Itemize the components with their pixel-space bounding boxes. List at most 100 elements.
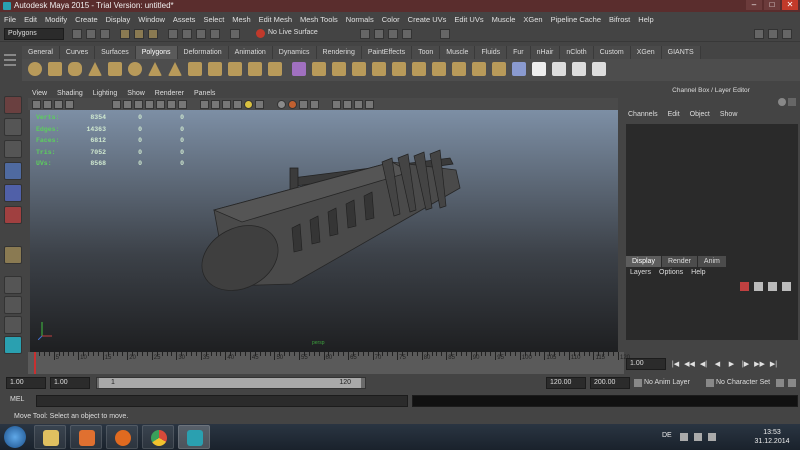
poly-cube-icon[interactable]	[48, 62, 62, 76]
modeling-toolkit-icon[interactable]	[754, 29, 764, 39]
safe-title-icon[interactable]	[178, 100, 187, 109]
poly-pipe-icon[interactable]	[188, 62, 202, 76]
camera-attributes-icon[interactable]	[43, 100, 52, 109]
character-set-dropdown[interactable]: No Character Set	[716, 377, 770, 389]
character-set-icon[interactable]	[706, 379, 714, 387]
render-settings-icon[interactable]	[402, 29, 412, 39]
shelf-tab-xgen[interactable]: XGen	[630, 46, 662, 59]
planar-mapping-icon[interactable]	[512, 62, 526, 76]
menu-xgen[interactable]: XGen	[523, 15, 542, 24]
poly-pyramid-icon[interactable]	[168, 62, 182, 76]
live-surface-label[interactable]: No Live Surface	[268, 29, 318, 36]
shelf-tab-surfaces[interactable]: Surfaces	[95, 46, 136, 59]
bookmark-icon[interactable]	[54, 100, 63, 109]
motion-blur-icon[interactable]	[288, 100, 297, 109]
layer-menu-layers[interactable]: Layers	[630, 269, 651, 276]
move-tool-icon[interactable]	[4, 162, 22, 180]
shelf-tab-custom[interactable]: Custom	[593, 46, 631, 59]
channel-box-icon[interactable]	[782, 29, 792, 39]
new-empty-layer-icon[interactable]	[754, 282, 763, 291]
field-chart-icon[interactable]	[156, 100, 165, 109]
snap-point-icon[interactable]	[196, 29, 206, 39]
live-surface-icon[interactable]	[256, 29, 265, 38]
persp-outliner-layout-icon[interactable]	[4, 316, 22, 334]
combine-icon[interactable]	[208, 62, 222, 76]
menu-edit-mesh[interactable]: Edit Mesh	[259, 15, 292, 24]
language-indicator[interactable]: DE	[662, 432, 672, 439]
taskbar-firefox[interactable]	[106, 425, 138, 449]
menu-mesh[interactable]: Mesh	[232, 15, 250, 24]
taskbar-chrome[interactable]	[142, 425, 174, 449]
save-scene-icon[interactable]	[100, 29, 110, 39]
menu-edit-uvs[interactable]: Edit UVs	[454, 15, 483, 24]
shelf-menu-handle[interactable]	[4, 48, 16, 78]
image-plane-icon[interactable]	[65, 100, 74, 109]
start-button[interactable]	[4, 426, 26, 448]
time-slider[interactable]: 5 10 15 20 25 30 35 40 45 50 55 60 65 70 75 80 85 90 95 100…	[28, 352, 630, 374]
tray-network-icon[interactable]	[694, 433, 702, 441]
play-forwards-button[interactable]: ▶	[726, 360, 737, 370]
layer-tab-render[interactable]: Render	[661, 256, 697, 267]
menu-normals[interactable]: Normals	[346, 15, 374, 24]
layer-list-area[interactable]	[626, 292, 798, 340]
range-slider[interactable]: 1 120	[96, 377, 366, 389]
shelf-tab-painteffects[interactable]: PaintEffects	[361, 46, 413, 59]
layer-tab-display[interactable]: Display	[626, 256, 661, 267]
shelf-tab-curves[interactable]: Curves	[59, 46, 96, 59]
menu-select[interactable]: Select	[203, 15, 224, 24]
step-forward-frame-button[interactable]: |▶	[740, 360, 751, 370]
layer-tab-anim[interactable]: Anim	[697, 256, 726, 267]
menu-muscle[interactable]: Muscle	[492, 15, 516, 24]
animation-start-field[interactable]: 1.00	[6, 377, 46, 389]
select-hierarchy-icon[interactable]	[120, 29, 130, 39]
isolate-select-icon[interactable]	[332, 100, 341, 109]
append-polygon-icon[interactable]	[372, 62, 386, 76]
depth-of-field-icon[interactable]	[310, 100, 319, 109]
shelf-tab-fluids[interactable]: Fluids	[475, 46, 508, 59]
shelf-tab-general[interactable]: General	[22, 46, 60, 59]
lasso-tool-icon[interactable]	[4, 118, 22, 136]
panel-menu-show[interactable]: Show	[127, 90, 145, 97]
animation-end-field[interactable]: 200.00	[590, 377, 630, 389]
shelf-tab-toon[interactable]: Toon	[412, 46, 441, 59]
film-gate-icon[interactable]	[123, 100, 132, 109]
step-back-frame-button[interactable]: ◀|	[698, 360, 709, 370]
poly-plane-icon[interactable]	[108, 62, 122, 76]
select-tool-icon[interactable]	[4, 96, 22, 114]
shelf-tab-polygons[interactable]: Polygons	[135, 46, 178, 59]
poly-torus-icon[interactable]	[128, 62, 142, 76]
snap-grid-icon[interactable]	[168, 29, 178, 39]
poly-sphere-icon[interactable]	[28, 62, 42, 76]
separate-icon[interactable]	[228, 62, 242, 76]
render-frame-icon[interactable]	[374, 29, 384, 39]
smooth-shade-icon[interactable]	[211, 100, 220, 109]
last-tool-icon[interactable]	[4, 246, 22, 264]
history-icon[interactable]	[230, 29, 240, 39]
panel-options-icon[interactable]	[788, 98, 796, 106]
rotate-tool-icon[interactable]	[4, 184, 22, 202]
script-language-toggle[interactable]: MEL	[10, 396, 24, 403]
command-input[interactable]	[36, 395, 408, 407]
shelf-tab-dynamics[interactable]: Dynamics	[272, 46, 317, 59]
merge-icon[interactable]	[472, 62, 486, 76]
mesh-model[interactable]	[30, 110, 618, 352]
input-field-icon[interactable]	[440, 29, 450, 39]
multisample-aa-icon[interactable]	[299, 100, 308, 109]
shelf-tab-giants[interactable]: GIANTS	[661, 46, 701, 59]
boolean-difference-icon[interactable]	[268, 62, 282, 76]
shelf-tab-deformation[interactable]: Deformation	[177, 46, 229, 59]
paint-select-tool-icon[interactable]	[4, 140, 22, 158]
attribute-editor-icon[interactable]	[768, 29, 778, 39]
automatic-mapping-icon[interactable]	[572, 62, 586, 76]
move-layer-down-icon[interactable]	[782, 282, 791, 291]
animation-preferences-icon[interactable]	[788, 379, 796, 387]
tray-flag-icon[interactable]	[680, 433, 688, 441]
snap-curve-icon[interactable]	[182, 29, 192, 39]
grid-toggle-icon[interactable]	[112, 100, 121, 109]
menu-bifrost[interactable]: Bifrost	[609, 15, 630, 24]
auto-key-icon[interactable]	[776, 379, 784, 387]
anim-layer-icon[interactable]	[634, 379, 642, 387]
shelf-tab-animation[interactable]: Animation	[228, 46, 273, 59]
scale-tool-icon[interactable]	[4, 206, 22, 224]
textured-icon[interactable]	[233, 100, 242, 109]
